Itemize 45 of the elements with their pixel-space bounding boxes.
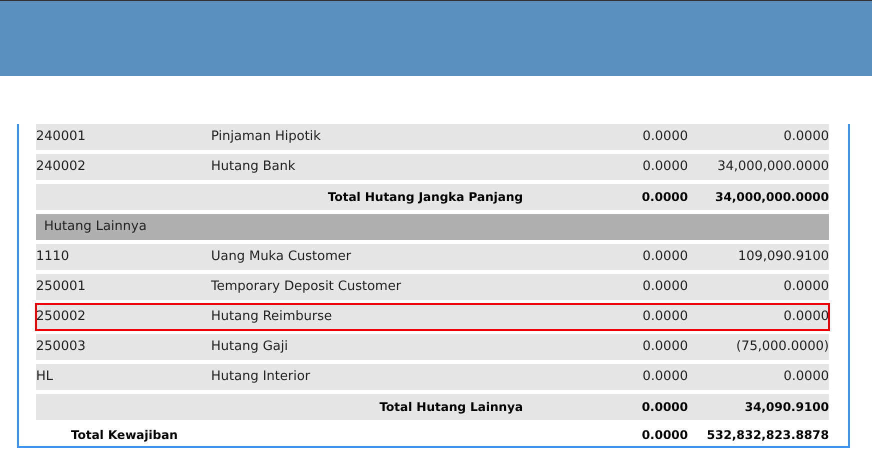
table-row[interactable]: 240001 Pinjaman Hipotik 0.0000 0.0000: [36, 124, 829, 150]
account-name: Temporary Deposit Customer: [211, 278, 402, 296]
amount-cell-text: 0.0000: [640, 427, 688, 444]
amount-cell-text: 0.0000: [642, 248, 688, 266]
table-row[interactable]: 250001 Temporary Deposit Customer 0.0000 0.0000: [36, 274, 829, 300]
amount-cell-text: 34,000,000.0000: [714, 189, 829, 206]
account-code: HL: [36, 368, 54, 386]
amount-cell-text: 0.0000: [642, 308, 688, 326]
account-name: Pinjaman Hipotik: [211, 128, 322, 146]
account-name: Uang Muka Customer: [211, 248, 352, 266]
table-row[interactable]: 1110 Uang Muka Customer 0.0000 109,090.9100: [36, 244, 829, 270]
amount-cell-text: 0.0000: [642, 368, 688, 386]
amount-cell-text: 0.0000: [640, 189, 688, 206]
amount-cell-text: 532,832,823.8878: [706, 427, 829, 444]
amount-cell-text: 0.0000: [782, 368, 829, 386]
amount-cell-text: 0.0000: [642, 338, 688, 356]
amount-cell-text: 0.0000: [642, 128, 688, 146]
amount-cell-text: 34,090.9100: [744, 399, 829, 416]
account-code: 240002: [36, 158, 87, 176]
amount-cell-text: 0.0000: [640, 399, 688, 416]
table-row[interactable]: 250003 Hutang Gaji 0.0000 (75,000.0000): [36, 334, 829, 360]
account-code: 1110: [36, 248, 70, 266]
amount-cell-text: 109,090.9100: [737, 248, 829, 266]
account-name: Hutang Interior: [211, 368, 312, 386]
section-header: Hutang Lainnya: [36, 214, 829, 240]
account-name: Hutang Reimburse: [211, 308, 334, 326]
subtotal-label: Total Hutang Lainnya: [378, 399, 524, 416]
amount-cell-text: 0.0000: [642, 158, 688, 176]
account-code: 250003: [36, 338, 87, 356]
amount-cell-text: 0.0000: [782, 278, 829, 296]
amount-cell-text: (75,000.0000): [735, 338, 829, 356]
account-name: Hutang Bank: [211, 158, 296, 176]
amount-cell-text: 0.0000: [782, 308, 829, 326]
account-code: 250002: [36, 308, 87, 326]
table-row[interactable]: 240002 Hutang Bank 0.0000 34,000,000.0000: [36, 154, 829, 180]
amount-cell-text: 0.0000: [642, 278, 688, 296]
total-label: Total Kewajiban: [70, 427, 179, 444]
account-code: 250001: [36, 278, 87, 296]
subtotal-label: Total Hutang Jangka Panjang: [326, 189, 524, 206]
account-code: 240001: [36, 128, 87, 146]
account-name: Hutang Gaji: [211, 338, 289, 356]
table-row[interactable]: 250002 Hutang Reimburse 0.0000 0.0000: [36, 304, 829, 330]
amount-cell-text: 0.0000: [782, 128, 829, 146]
table-row[interactable]: HL Hutang Interior 0.0000 0.0000: [36, 364, 829, 390]
amount-cell-text: 34,000,000.0000: [716, 158, 829, 176]
